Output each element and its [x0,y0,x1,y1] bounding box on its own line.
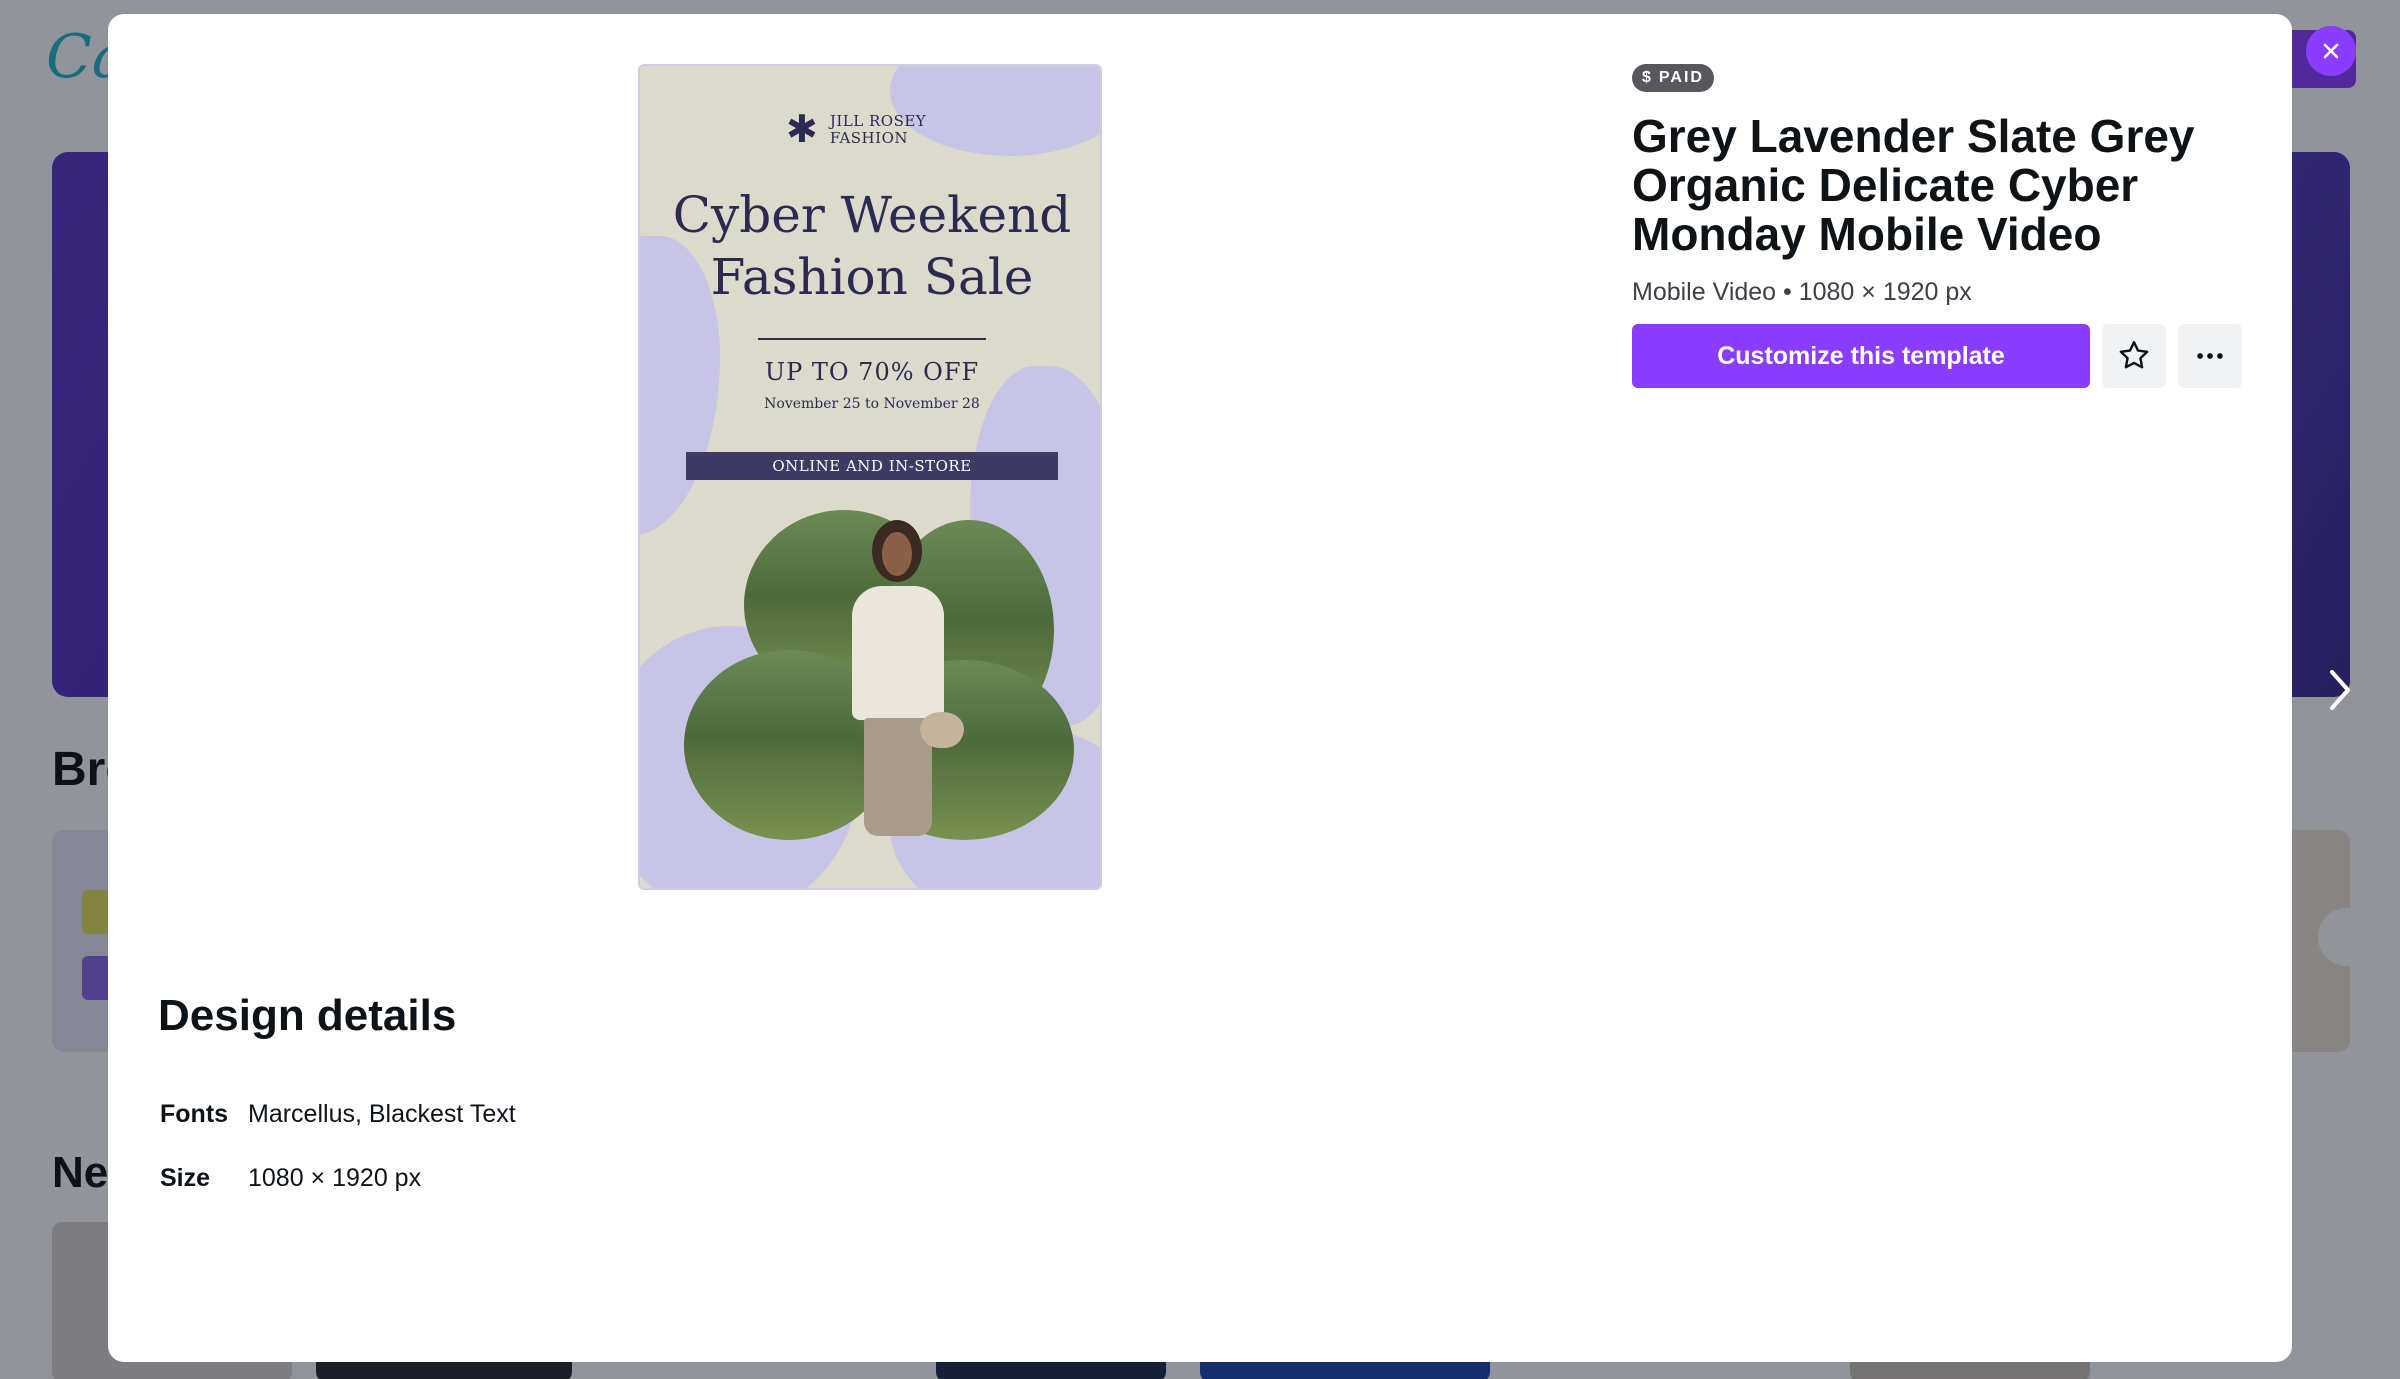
preview-photo [684,490,1078,844]
template-subtitle: Mobile Video • 1080 × 1920 px [1632,278,1972,306]
preview-offer: UP TO 70% OFF [764,358,980,386]
customize-template-button[interactable]: Customize this template [1632,324,2090,388]
preview-brand: ✱ JILL ROSEY FASHION [786,110,986,150]
more-options-button[interactable] [2178,324,2242,388]
template-title: Grey Lavender Slate Grey Organic Delicat… [1632,110,2195,260]
flower-icon: ✱ [786,109,818,151]
fonts-label: Fonts [160,1100,229,1128]
preview-brand-line2: FASHION [829,129,908,147]
template-preview: ✱ JILL ROSEY FASHION Cyber Weekend Fashi… [638,64,1102,890]
more-horizontal-icon [2197,353,2223,359]
size-value: 1080 × 1920 px [248,1164,422,1192]
design-details-heading: Design details [158,991,457,1040]
dollar-icon: $ [1642,69,1653,86]
preview-band: ONLINE AND IN-STORE [686,452,1058,480]
size-label: Size [160,1164,211,1192]
paid-badge: $ PAID [1632,64,1714,92]
close-button[interactable] [2306,26,2356,76]
favorite-button[interactable] [2102,324,2166,388]
close-icon [2323,43,2339,59]
preview-divider [758,338,986,340]
preview-title: Cyber Weekend Fashion Sale [672,186,1072,306]
star-outline-icon [2119,341,2149,369]
chevron-right-icon [2330,670,2350,710]
preview-brand-line1: JILL ROSEY [829,112,927,130]
preview-dates: November 25 to November 28 [764,396,980,412]
next-template-button[interactable] [2318,660,2362,720]
paid-badge-label: PAID [1658,69,1704,86]
template-detail-modal: ✱ JILL ROSEY FASHION Cyber Weekend Fashi… [108,14,2292,1362]
fonts-value: Marcellus, Blackest Text [248,1100,516,1128]
